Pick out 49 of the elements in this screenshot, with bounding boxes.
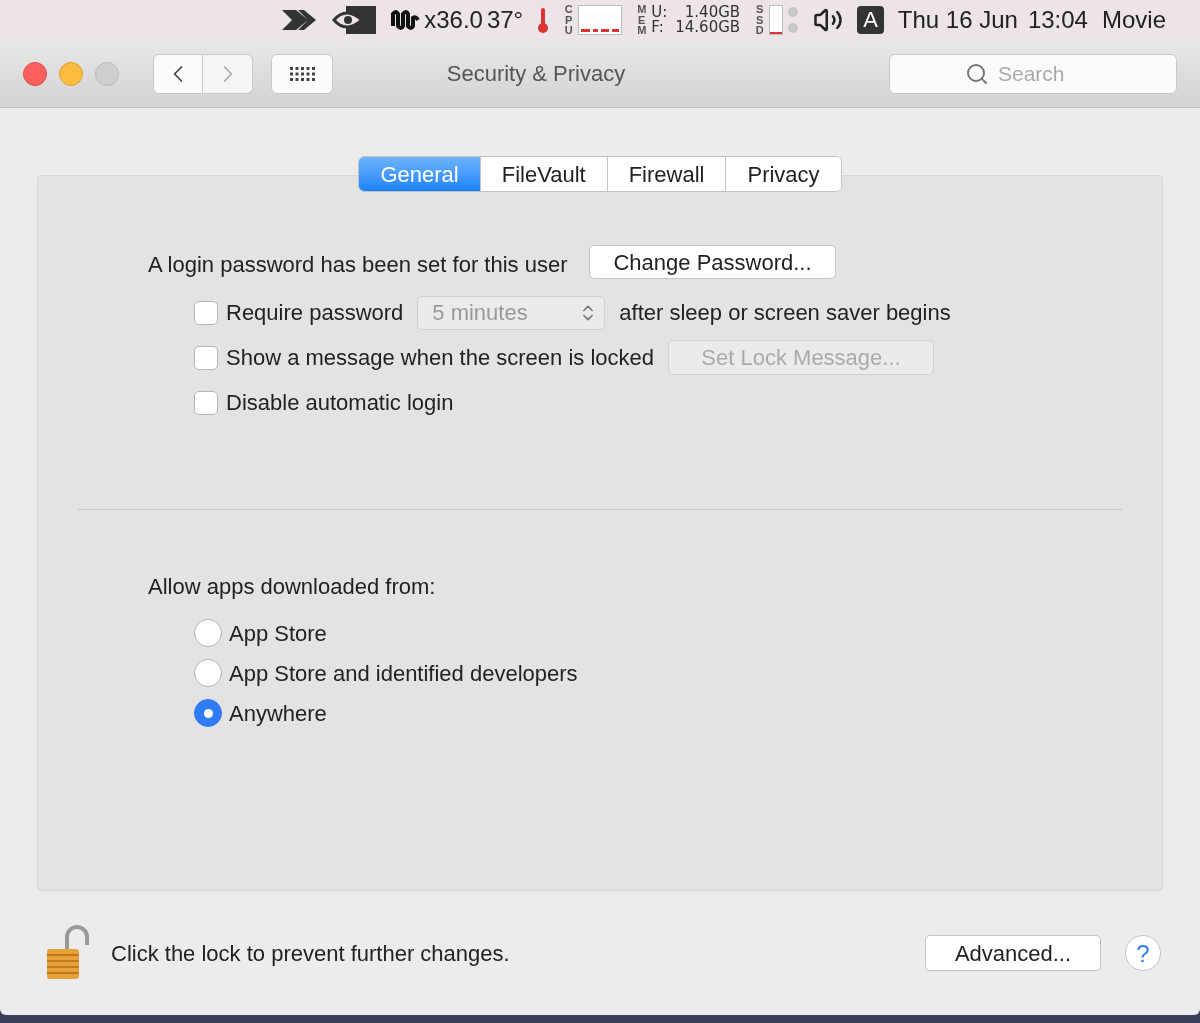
thermometer-icon[interactable]: [537, 6, 550, 34]
cpu-graph: [578, 5, 623, 35]
fan-speed-text: x36.0: [424, 5, 483, 35]
checkbox[interactable]: [194, 345, 218, 370]
radio-label[interactable]: Anywhere: [229, 696, 327, 730]
memory-free-value: 14.60GB: [675, 20, 741, 35]
minimize-button[interactable]: [59, 61, 83, 86]
cpu-label: CPU: [563, 4, 574, 36]
radio-label[interactable]: App Store: [229, 616, 327, 650]
downloads-label: Allow apps downloaded from:: [147, 573, 437, 601]
back-button[interactable]: [153, 53, 203, 94]
checkbox[interactable]: [194, 390, 218, 415]
checkbox-suffix-text: after sleep or screen saver begins: [619, 299, 951, 327]
advanced-button[interactable]: Advanced...: [925, 935, 1101, 971]
checkbox-label[interactable]: Require password: [226, 296, 404, 329]
memory-used-value: 1.40GB: [684, 5, 741, 20]
change-password-button[interactable]: Change Password...: [589, 244, 836, 279]
memory-free-label: F:: [651, 20, 665, 35]
show-all-button[interactable]: [271, 53, 333, 94]
unlocked-padlock-icon[interactable]: [45, 925, 89, 981]
radio-button[interactable]: [194, 659, 222, 687]
wave-icon[interactable]: [390, 8, 421, 32]
ssd-meter: [769, 5, 784, 35]
grid-icon: [289, 65, 315, 82]
radio-button[interactable]: [194, 619, 222, 647]
forward-button[interactable]: [203, 53, 253, 94]
checkbox-label[interactable]: Disable automatic login: [226, 386, 454, 419]
time-text[interactable]: 13:04: [1027, 2, 1088, 38]
checkbox-label[interactable]: Show a message when the screen is locked: [226, 341, 654, 374]
tab[interactable]: Privacy: [725, 157, 841, 191]
password-status-text: A login password has been set for this user: [148, 251, 568, 279]
search-field[interactable]: Search: [889, 53, 1177, 94]
dots-icon[interactable]: [787, 5, 800, 35]
lock-hint-text: Click the lock to prevent further changes.: [111, 939, 511, 968]
search-icon: [965, 61, 989, 86]
radio-label[interactable]: App Store and identified developers: [229, 656, 578, 690]
input-source-badge[interactable]: A: [857, 6, 884, 34]
checkbox[interactable]: [194, 300, 218, 325]
ssd-label: SSD: [754, 4, 765, 36]
window-title: Security & Privacy: [445, 60, 627, 88]
help-button[interactable]: ?: [1125, 935, 1161, 971]
eye-logo-icon[interactable]: [332, 6, 377, 34]
memory-used-label: U:: [651, 5, 668, 20]
temperature-text: 37°: [486, 5, 524, 35]
date-text[interactable]: Thu 16 Jun: [897, 2, 1018, 38]
radio-button[interactable]: [194, 699, 222, 727]
memory-label: MEM: [636, 4, 648, 36]
close-button[interactable]: [23, 61, 47, 86]
app-menu[interactable]: Movie: [1101, 2, 1166, 38]
